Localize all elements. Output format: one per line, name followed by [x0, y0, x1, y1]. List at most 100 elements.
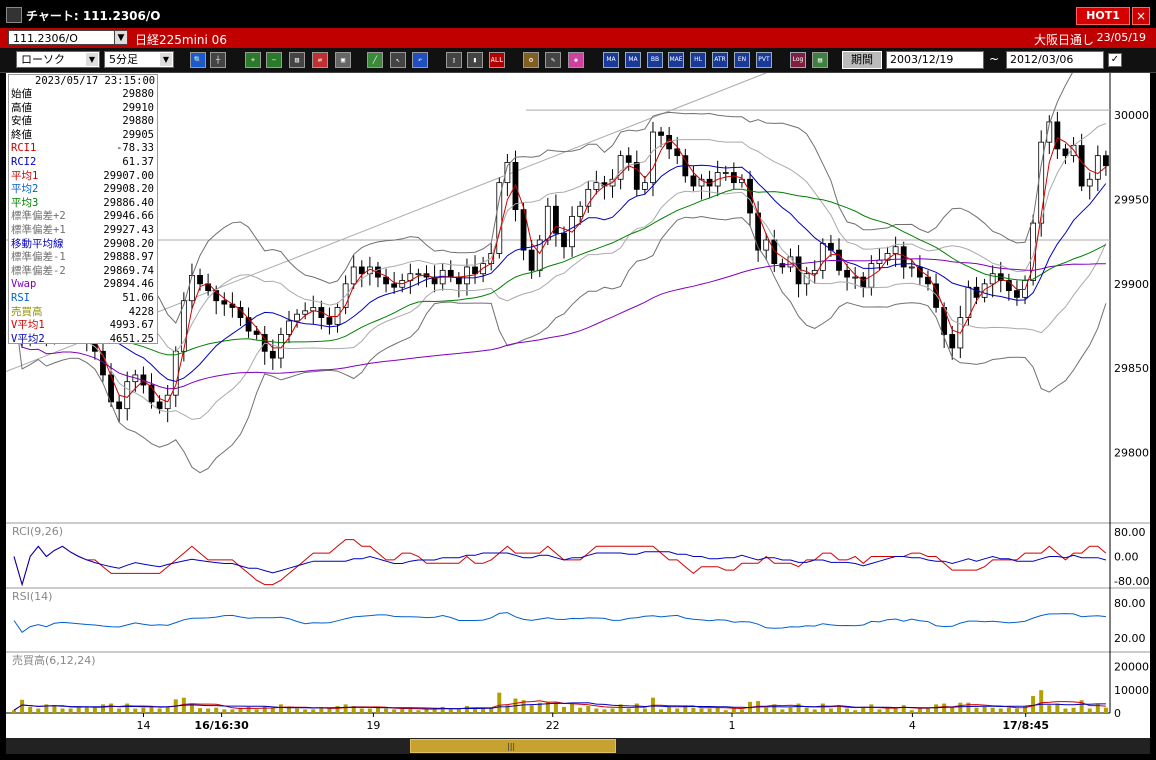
volume-bar	[966, 702, 971, 713]
volume-bar	[206, 708, 211, 713]
info-value: 29869.74	[103, 264, 154, 277]
volume-bar	[861, 707, 866, 713]
candle-body	[415, 273, 422, 276]
indicator-en-button[interactable]: EN	[734, 52, 750, 68]
zoom-out-icon[interactable]: −	[266, 52, 282, 68]
info-row: 始値 29880	[9, 88, 157, 102]
volume-bar	[942, 703, 947, 713]
volume-bar	[254, 709, 259, 713]
rsi-tick-label: 20.00	[1114, 632, 1146, 645]
candle-body	[269, 350, 276, 359]
volume-bar	[675, 708, 680, 713]
close-button[interactable]: ×	[1132, 7, 1150, 25]
info-value: 29927.43	[103, 223, 154, 236]
hot-button[interactable]: HOT1	[1076, 7, 1130, 25]
settings-icon[interactable]: ⚙	[523, 52, 539, 68]
chevron-down-icon: ▼	[160, 53, 172, 66]
disabled-tool-icon[interactable]: ▣	[335, 52, 351, 68]
color-palette-icon[interactable]: ◆	[568, 52, 584, 68]
info-label: 終値	[11, 128, 32, 141]
info-label: 安値	[11, 115, 32, 128]
candle-body	[189, 275, 195, 302]
volume-bar	[125, 703, 130, 713]
volume-bar	[869, 704, 874, 713]
volume-bar	[634, 703, 639, 713]
bar-chart-icon[interactable]: ▥	[289, 52, 305, 68]
indicator-ma2-button[interactable]: MA	[625, 52, 641, 68]
candle-width-narrow-icon[interactable]: ▯	[446, 52, 462, 68]
volume-bar	[553, 703, 558, 713]
volume-bar	[586, 706, 591, 713]
info-row: 平均2 29908.20	[9, 183, 157, 197]
volume-bar	[230, 709, 235, 713]
price-tick-label: 29800	[1114, 447, 1149, 460]
chart-type-select[interactable]: ローソク ▼	[16, 51, 100, 68]
candle-body	[973, 286, 980, 298]
symbol-input[interactable]: 111.2306/O	[8, 30, 116, 45]
volume-bar	[529, 705, 534, 713]
info-row: 標準偏差+2 29946.66	[9, 210, 157, 224]
time-axis-label: 19	[366, 719, 380, 732]
indicator-ma-button[interactable]: MA	[603, 52, 619, 68]
date-to-field[interactable]: 2012/03/06	[1006, 51, 1104, 69]
symbol-dropdown-icon[interactable]: ▼	[114, 30, 128, 45]
volume-bar	[958, 702, 963, 713]
chart-background	[6, 73, 1150, 738]
info-value: 29907.00	[103, 169, 154, 182]
export-icon[interactable]: ▤	[812, 52, 828, 68]
log-scale-button[interactable]: Log	[790, 52, 806, 68]
indicator-pvt-button[interactable]: PVT	[756, 52, 772, 68]
pointer-icon[interactable]: ↖	[390, 52, 406, 68]
interval-select[interactable]: 5分足 ▼	[104, 51, 174, 68]
rci-tick-label: -80.00	[1114, 575, 1149, 588]
period-checkbox[interactable]: ✓	[1108, 53, 1122, 67]
volume-bar	[699, 708, 704, 713]
volume-bar	[198, 708, 203, 713]
volume-bar	[1031, 696, 1036, 713]
candle-body	[326, 317, 333, 325]
candle-body	[658, 131, 664, 136]
indicator-mae-button[interactable]: MAE	[668, 52, 684, 68]
candle-body	[294, 313, 300, 322]
time-axis-label: 17/8:45	[1002, 719, 1049, 732]
candle-body	[625, 155, 632, 163]
indicator-bb-button[interactable]: BB	[647, 52, 663, 68]
candle-body	[528, 249, 535, 271]
tools-icon[interactable]: ✎	[545, 52, 561, 68]
chart-area[interactable]: 30000 29950 29900 29850 29800 RCI(9,26) 80.00 0…	[6, 73, 1150, 738]
chart-svg[interactable]: 30000 29950 29900 29850 29800 RCI(9,26) 80.00 0…	[6, 73, 1150, 738]
info-label: V平均2	[11, 332, 45, 345]
time-axis-label: 4	[909, 719, 916, 732]
indicator-hl-button[interactable]: HL	[690, 52, 706, 68]
price-tick-label: 29950	[1114, 194, 1149, 207]
candle-body	[1103, 155, 1109, 167]
info-row: 標準偏差-2 29869.74	[9, 265, 157, 279]
compare-icon[interactable]: ⇄	[312, 52, 328, 68]
volume-bar	[456, 708, 461, 713]
volume-bar	[659, 709, 664, 713]
candle-body	[1054, 121, 1061, 150]
crosshair-icon[interactable]: ┼	[210, 52, 226, 68]
volume-bar	[812, 709, 817, 713]
volume-bar	[578, 707, 583, 713]
info-label: 平均1	[11, 169, 39, 182]
draw-line-icon[interactable]: ╱	[367, 52, 383, 68]
date-from-field[interactable]: 2003/12/19	[886, 51, 984, 69]
undo-icon[interactable]: ↶	[412, 52, 428, 68]
instrument-name: 日経225mini 06	[135, 33, 227, 47]
candle-body	[941, 307, 948, 335]
info-value: 29910	[122, 101, 154, 114]
all-button[interactable]: ALL	[489, 52, 505, 68]
scrollbar-thumb[interactable]: |||	[410, 739, 616, 753]
horizontal-scrollbar[interactable]: |||	[6, 738, 1150, 754]
period-button[interactable]: 期間	[842, 51, 882, 69]
candle-width-wide-icon[interactable]: ▮	[467, 52, 483, 68]
indicator-atr-button[interactable]: ATR	[712, 52, 728, 68]
search-icon[interactable]: 🔍	[190, 52, 206, 68]
volume-bar	[384, 708, 389, 713]
volume-bar	[246, 706, 251, 713]
zoom-in-icon[interactable]: +	[245, 52, 261, 68]
volume-bar	[141, 707, 146, 713]
info-label: RCI2	[11, 155, 37, 168]
volume-bar	[667, 706, 672, 713]
